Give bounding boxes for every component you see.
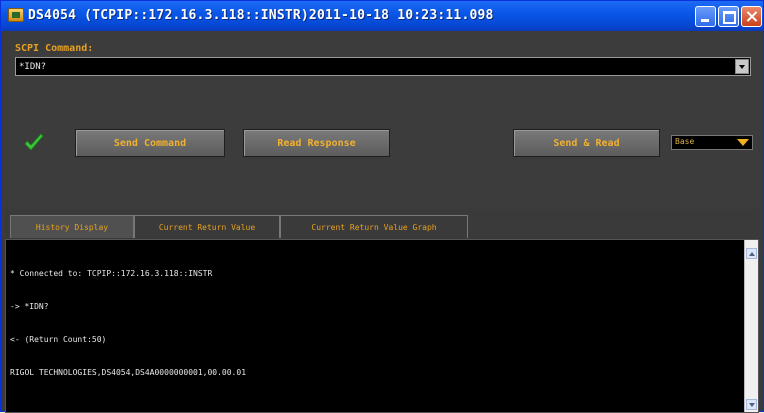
scroll-up-icon[interactable] — [746, 248, 757, 259]
app-window: DS4054 (TCPIP::172.16.3.118::INSTR)2011-… — [0, 0, 764, 413]
maximize-button[interactable] — [718, 6, 739, 27]
chevron-down-icon[interactable] — [735, 59, 749, 74]
chevron-down-icon[interactable] — [737, 139, 749, 146]
history-display[interactable]: * Connected to: TCPIP::172.16.3.118::INS… — [5, 239, 759, 413]
window-title: DS4054 (TCPIP::172.16.3.118::INSTR)2011-… — [28, 8, 494, 23]
history-log: * Connected to: TCPIP::172.16.3.118::INS… — [10, 246, 246, 400]
tab-current-return-value[interactable]: Current Return Value — [134, 215, 280, 238]
send-and-read-button[interactable]: Send & Read — [513, 129, 660, 157]
base-select[interactable]: Base — [671, 135, 753, 150]
scpi-command-combobox[interactable] — [15, 57, 751, 76]
scpi-command-input[interactable] — [19, 60, 719, 74]
scpi-command-label: SCPI Command: — [15, 43, 94, 54]
tab-history-display[interactable]: History Display — [10, 215, 134, 238]
scroll-down-icon[interactable] — [746, 399, 757, 410]
title-bar[interactable]: DS4054 (TCPIP::172.16.3.118::INSTR)2011-… — [1, 1, 763, 31]
history-line: -> *IDN? — [10, 302, 49, 311]
history-line: * Connected to: TCPIP::172.16.3.118::INS… — [10, 269, 213, 278]
checkmark-icon — [24, 133, 44, 151]
tab-current-return-value-graph[interactable]: Current Return Value Graph — [280, 215, 468, 238]
send-command-button[interactable]: Send Command — [75, 129, 225, 157]
instrument-app-icon[interactable] — [8, 8, 24, 22]
history-line: <- (Return Count:50) — [10, 335, 107, 344]
read-response-button[interactable]: Read Response — [243, 129, 390, 157]
minimize-button[interactable] — [695, 6, 716, 27]
vertical-scrollbar[interactable] — [744, 240, 758, 412]
history-line: RIGOL TECHNOLOGIES,DS4054,DS4A0000000001… — [10, 368, 247, 377]
base-selected-value: Base — [675, 137, 695, 146]
close-button[interactable] — [741, 6, 762, 27]
